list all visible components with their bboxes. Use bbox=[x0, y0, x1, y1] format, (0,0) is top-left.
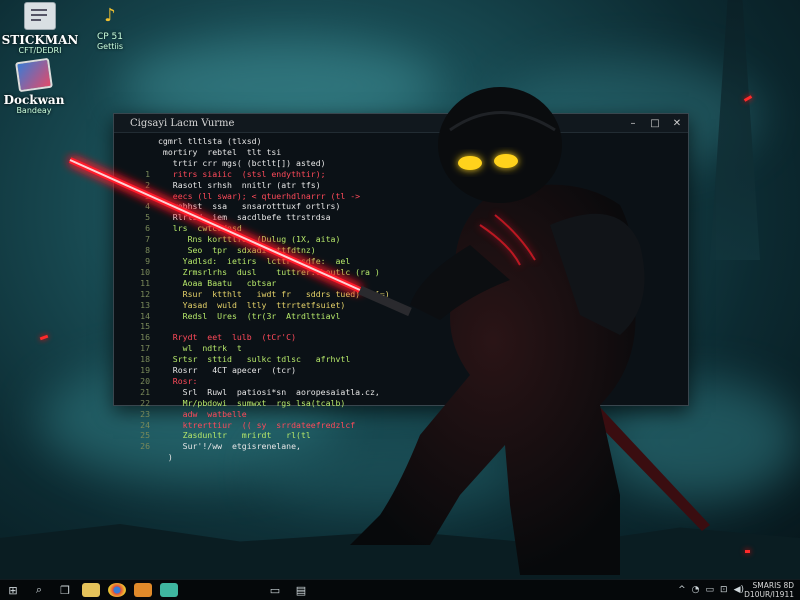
tray-icon[interactable]: ▭ bbox=[706, 585, 715, 595]
desktop-icon-sublabel: Bandeay bbox=[16, 106, 52, 115]
desktop-icon-label: STICKMAN bbox=[1, 33, 79, 47]
ember bbox=[39, 334, 49, 341]
taskbar: ⊞ ⌕ ❐ ▭ ▤ ^ ◔ ▭ ⊡ ◀) SMARIS 8D D10UR/I1911 bbox=[0, 579, 800, 600]
lightsaber bbox=[68, 157, 412, 317]
pinned-icon[interactable]: ▤ bbox=[288, 580, 314, 600]
desktop-icon-sublabel: Gettiis bbox=[96, 42, 123, 51]
image-folder-icon bbox=[15, 57, 53, 93]
app-icon[interactable] bbox=[160, 583, 178, 597]
line-number: 23 bbox=[140, 408, 150, 419]
code-text: Rosrr 4CT apecer (tcr) bbox=[158, 365, 297, 376]
tray-icon[interactable]: ◀) bbox=[734, 585, 744, 595]
folder-icon[interactable] bbox=[82, 583, 100, 597]
saber-hilt bbox=[358, 285, 412, 317]
line-number: 22 bbox=[140, 397, 150, 408]
line-number: 24 bbox=[140, 419, 150, 430]
chrome-icon[interactable] bbox=[108, 583, 126, 597]
clock-time: SMARIS 8D bbox=[752, 581, 794, 590]
ember bbox=[745, 550, 750, 553]
system-tray: ^ ◔ ▭ ⊡ ◀) bbox=[678, 580, 744, 600]
desktop-icon-stickman[interactable]: STICKMAN CFT/DEDRI bbox=[0, 2, 80, 56]
line-number: 25 bbox=[140, 430, 150, 441]
document-icon bbox=[24, 2, 56, 30]
code-text: Sur'!/ww etgisrenelane, bbox=[158, 441, 301, 452]
audio-file-icon: ♪ bbox=[104, 4, 116, 26]
tray-icon[interactable]: ⊡ bbox=[720, 585, 728, 595]
code-text: cgmrl tltlsta (tlxsd) bbox=[158, 136, 262, 146]
desktop-icon-sublabel: CFT/DEDRI bbox=[18, 46, 62, 55]
code-text: Mr/pbdowi sumwxt rgs lsa(tcalb) bbox=[158, 397, 346, 408]
tray-icon[interactable]: ◔ bbox=[692, 585, 700, 595]
pinned-icon[interactable]: ▭ bbox=[262, 580, 288, 600]
start-button[interactable]: ⊞ bbox=[0, 580, 26, 600]
desktop-icon-label: Dockwan bbox=[3, 93, 65, 107]
saber-core bbox=[69, 159, 361, 291]
search-icon[interactable]: ⌕ bbox=[26, 580, 52, 600]
desktop-icon-dockwan[interactable]: Dockwan Bandeay bbox=[0, 57, 74, 116]
task-view-icon[interactable]: ❐ bbox=[52, 580, 78, 600]
line-number: 20 bbox=[140, 375, 150, 386]
right-eye bbox=[494, 154, 518, 168]
desktop-icon-label: CP 51 bbox=[96, 32, 124, 42]
clock-date: D10UR/I1911 bbox=[744, 590, 794, 599]
line-number: 26 bbox=[140, 441, 150, 452]
tray-icon[interactable]: ^ bbox=[678, 585, 686, 595]
code-text: ) bbox=[158, 452, 173, 463]
code-text: Rosr: bbox=[158, 375, 198, 386]
clock[interactable]: SMARIS 8D D10UR/I1911 bbox=[744, 581, 794, 599]
line-number: 21 bbox=[140, 386, 150, 397]
code-text: Zasdunltr mrirdt rl(tl bbox=[158, 430, 311, 441]
line-number: 19 bbox=[140, 365, 150, 376]
line-number bbox=[128, 452, 158, 463]
code-text: adw watbelle bbox=[158, 408, 247, 419]
line-number: 18 bbox=[140, 354, 150, 365]
app-icon[interactable] bbox=[134, 583, 152, 597]
line-number bbox=[128, 136, 158, 147]
left-eye bbox=[458, 156, 482, 170]
desktop-icon-cp51[interactable]: ♪ CP 51 Gettiis bbox=[70, 2, 150, 52]
